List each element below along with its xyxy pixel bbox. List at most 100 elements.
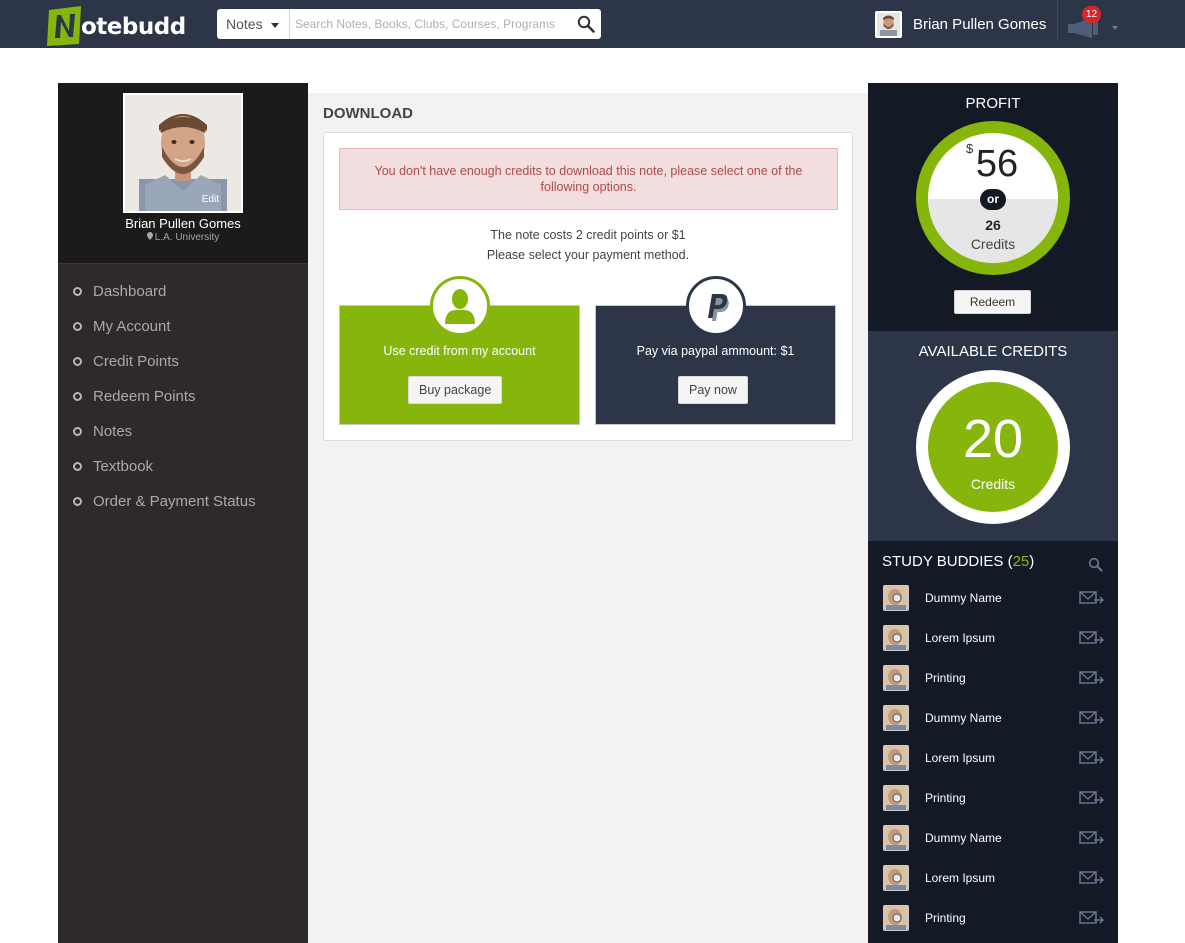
sidebar-item-credit-points[interactable]: Credit Points	[58, 344, 308, 379]
bullet-icon	[73, 462, 82, 471]
user-menu[interactable]: Brian Pullen Gomes	[875, 9, 1046, 39]
available-credits-widget: AVAILABLE CREDITS 20 Credits	[868, 331, 1118, 541]
study-buddies-widget: STUDY BUDDIES (25) Dummy Name Lorem Ipsum…	[868, 541, 1118, 943]
list-item[interactable]: Printing	[883, 663, 1105, 693]
credits-dial: 20 Credits	[928, 382, 1058, 512]
available-credits-title: AVAILABLE CREDITS	[918, 343, 1068, 360]
bullet-icon	[73, 322, 82, 331]
list-item[interactable]: Lorem Ipsum	[883, 863, 1105, 893]
chevron-down-icon[interactable]	[1112, 26, 1118, 30]
download-panel: You don't have enough credits to downloa…	[323, 132, 853, 441]
bullet-icon	[73, 427, 82, 436]
buddy-name: Lorem Ipsum	[925, 751, 996, 765]
logo-n-icon	[47, 6, 81, 46]
list-item[interactable]: Dummy Name	[883, 823, 1105, 853]
send-message-icon[interactable]	[1079, 870, 1105, 886]
available-credits-value: 20	[962, 409, 1024, 469]
paypal-icon-circle	[686, 276, 746, 336]
list-item[interactable]: Dummy Name	[883, 703, 1105, 733]
profile-photo-image	[125, 95, 241, 211]
profile-school-label: L.A. University	[154, 232, 220, 243]
buddy-avatar	[883, 905, 909, 931]
send-message-icon[interactable]	[1079, 830, 1105, 846]
send-message-icon[interactable]	[1079, 750, 1105, 766]
or-separator: or	[980, 189, 1006, 210]
search-icon	[577, 15, 595, 33]
bullet-icon	[73, 357, 82, 366]
search-bar: Notes	[217, 9, 601, 39]
sidebar-item-label: My Account	[93, 318, 171, 335]
list-item[interactable]: Lorem Ipsum	[883, 743, 1105, 773]
study-buddies-title: STUDY BUDDIES (25)	[882, 553, 1034, 570]
list-item[interactable]: Dummy Name	[883, 583, 1105, 613]
edit-photo-link[interactable]: Edit	[202, 194, 219, 205]
buddy-name: Dummy Name	[925, 711, 1002, 725]
main-content: DOWNLOAD You don't have enough credits t…	[308, 93, 868, 943]
sidebar-item-dashboard[interactable]: Dashboard	[58, 274, 308, 309]
payment-instruction-text: Please select your payment method.	[486, 248, 690, 262]
buddy-name: Lorem Ipsum	[925, 871, 996, 885]
list-item[interactable]: Printing	[883, 903, 1105, 933]
sidebar-item-my-account[interactable]: My Account	[58, 309, 308, 344]
buddy-name: Dummy Name	[925, 831, 1002, 845]
buy-package-button[interactable]: Buy package	[408, 376, 503, 404]
list-item[interactable]: Printing	[883, 783, 1105, 813]
send-message-icon[interactable]	[1079, 710, 1105, 726]
profit-credits-value: 26	[985, 217, 1001, 233]
sidebar-item-notes[interactable]: Notes	[58, 414, 308, 449]
notifications-button[interactable]: 12	[1068, 6, 1108, 42]
list-item[interactable]: Lorem Ipsum	[883, 623, 1105, 653]
sidebar-item-textbook[interactable]: Textbook	[58, 449, 308, 484]
send-message-icon[interactable]	[1079, 670, 1105, 686]
profile-photo[interactable]: Edit	[123, 93, 243, 213]
profit-ring: $ 56 or 26 Credits	[916, 121, 1070, 275]
user-avatar	[875, 10, 902, 38]
send-message-icon[interactable]	[1079, 790, 1105, 806]
right-sidebar: PROFIT $ 56 or 26 Credits Redeem AVAILAB…	[868, 83, 1118, 943]
notification-badge: 12	[1082, 6, 1101, 23]
sidebar-item-redeem-points[interactable]: Redeem Points	[58, 379, 308, 414]
top-navbar: otebudd Notes Brian Pullen Gomes	[0, 0, 1185, 48]
page-title: DOWNLOAD	[323, 105, 413, 122]
study-buddies-title-label: STUDY BUDDIES (	[882, 553, 1013, 570]
sidebar-item-label: Notes	[93, 423, 133, 440]
sidebar-item-label: Credit Points	[93, 353, 179, 370]
search-input[interactable]	[290, 9, 571, 39]
buddy-name: Printing	[925, 671, 966, 685]
user-name: Brian Pullen Gomes	[913, 15, 1047, 33]
logo-text: otebudd	[81, 14, 186, 40]
sidebar-item-label: Redeem Points	[93, 388, 196, 405]
send-message-icon[interactable]	[1079, 630, 1105, 646]
topbar-divider	[1057, 0, 1058, 40]
pay-now-button[interactable]: Pay now	[678, 376, 748, 404]
credits-ring: 20 Credits	[916, 370, 1070, 524]
insufficient-credits-alert: You don't have enough credits to downloa…	[339, 148, 838, 210]
available-credits-label: Credits	[970, 476, 1016, 492]
search-icon[interactable]	[1088, 557, 1103, 572]
sidebar-item-order-payment-status[interactable]: Order & Payment Status	[58, 484, 308, 519]
buddy-avatar	[883, 625, 909, 651]
redeem-button[interactable]: Redeem	[954, 290, 1031, 314]
credit-payment-option[interactable]: Use credit from my account Buy package	[339, 276, 580, 425]
left-sidebar: Edit Brian Pullen Gomes L.A. University …	[58, 83, 308, 943]
sidebar-item-label: Textbook	[93, 458, 154, 475]
search-category-dropdown[interactable]: Notes	[217, 9, 290, 39]
profit-credits-label: Credits	[970, 236, 1016, 252]
profit-dial: $ 56 or 26 Credits	[928, 133, 1058, 263]
user-icon-circle	[430, 276, 490, 336]
search-button[interactable]	[571, 9, 601, 39]
profile-name: Brian Pullen Gomes	[125, 216, 241, 231]
send-message-icon[interactable]	[1079, 590, 1105, 606]
credit-option-text: Use credit from my account	[383, 344, 536, 358]
location-pin-icon	[146, 232, 153, 240]
alert-text: You don't have enough credits to downloa…	[374, 164, 803, 194]
paypal-payment-option[interactable]: Pay via paypal ammount: $1 Pay now	[595, 276, 836, 425]
study-buddies-title-end: )	[1029, 553, 1035, 570]
notebudd-logo[interactable]: otebudd	[47, 6, 186, 46]
profit-amount: 56	[975, 143, 1019, 185]
send-message-icon[interactable]	[1079, 910, 1105, 926]
buddy-name: Lorem Ipsum	[925, 631, 996, 645]
profit-widget: PROFIT $ 56 or 26 Credits Redeem	[868, 83, 1118, 331]
paypal-option-text: Pay via paypal ammount: $1	[636, 344, 795, 358]
buddy-avatar	[883, 825, 909, 851]
